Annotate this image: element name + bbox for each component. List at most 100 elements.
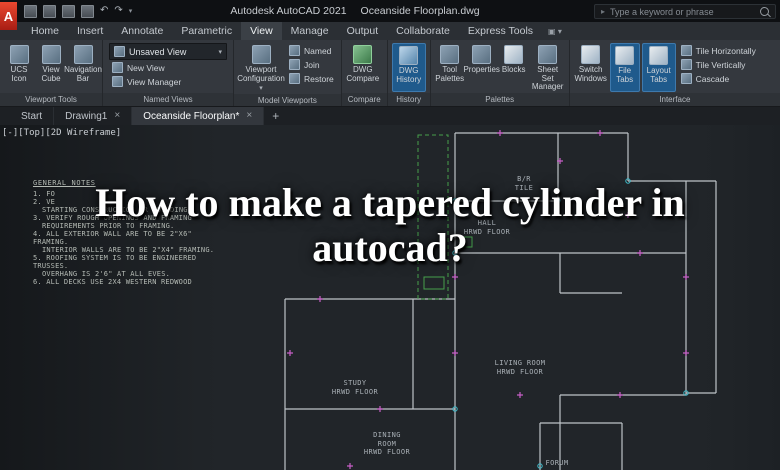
named-viewports-label: Named (304, 45, 332, 56)
search-icon[interactable] (760, 7, 769, 16)
panel-palettes: Tool Palettes Properties Blocks Sheet Se… (430, 40, 570, 106)
autocad-app-menu-logo[interactable]: A (0, 2, 17, 30)
panel-title-history[interactable]: History (387, 93, 430, 106)
named-viewports-button[interactable]: Named (286, 44, 337, 57)
sheet-set-manager-icon (538, 45, 558, 64)
document-title: Oceanside Floorplan.dwg (360, 5, 480, 17)
join-viewports-button[interactable]: Join (286, 58, 337, 71)
tab-view[interactable]: View (241, 22, 282, 40)
note-line: 6. ALL DECKS USE 2X4 WESTERN REDWOOD (33, 278, 192, 286)
close-icon[interactable]: × (114, 111, 120, 121)
panel-title-compare[interactable]: Compare (341, 93, 387, 106)
tile-vertically-button[interactable]: Tile Vertically (678, 58, 759, 71)
view-cube-button[interactable]: View Cube (36, 43, 66, 92)
panel-title-model-viewports[interactable]: Model Viewports (234, 93, 341, 106)
panel-viewport-tools: UCS Icon View Cube Navigation Bar Viewpo… (0, 40, 103, 106)
redo-icon[interactable]: ↷ (114, 6, 122, 16)
print-icon[interactable] (81, 4, 94, 18)
search-box[interactable]: ▸ Type a keyword or phrase (594, 4, 776, 19)
tab-manage[interactable]: Manage (282, 22, 338, 40)
layout-tabs-label: Layout Tabs (646, 66, 671, 84)
qat-dropdown-icon[interactable]: ▾ (129, 7, 133, 15)
join-viewports-icon (289, 59, 300, 70)
viewport-controls[interactable]: [-][Top][2D Wireframe] (2, 128, 121, 138)
room-label-living-room: LIVING ROOM HRWD FLOOR (494, 359, 546, 376)
restore-viewports-label: Restore (304, 73, 334, 84)
file-tab-oceanside-label: Oceanside Floorplan* (143, 110, 240, 122)
room-label-study: STUDY HRWD FLOOR (331, 379, 379, 396)
tile-horizontally-label: Tile Horizontally (695, 45, 756, 56)
dwg-history-button[interactable]: DWG History (391, 43, 426, 92)
quick-access-toolbar: ↶ ↷ ▾ (24, 0, 132, 22)
tab-output[interactable]: Output (338, 22, 388, 40)
tab-express-tools[interactable]: Express Tools (459, 22, 542, 40)
navigation-bar-button[interactable]: Navigation Bar (64, 43, 102, 92)
ribbon: UCS Icon View Cube Navigation Bar Viewpo… (0, 40, 780, 106)
panel-title-interface[interactable]: Interface (569, 93, 780, 106)
blocks-button[interactable]: Blocks (499, 43, 529, 92)
chevron-down-icon: ▾ (259, 85, 263, 93)
layout-tabs-icon (649, 46, 669, 65)
drawing-area[interactable]: [-][Top][2D Wireframe] GENERAL NOTES 1. … (0, 125, 780, 470)
ribbon-display-toggle[interactable]: ▣ ▾ (548, 22, 562, 40)
room-label-dining-room: DINING ROOM HRWD FLOOR (363, 431, 411, 456)
viewport-configuration-label: Viewport Configuration (237, 65, 285, 83)
tab-collaborate[interactable]: Collaborate (387, 22, 459, 40)
sheet-set-manager-button[interactable]: Sheet Set Manager (531, 43, 565, 92)
blocks-label: Blocks (501, 65, 526, 74)
layout-tabs-button[interactable]: Layout Tabs (641, 43, 676, 92)
navigation-bar-icon (73, 45, 93, 64)
tab-annotate[interactable]: Annotate (112, 22, 172, 40)
file-tab-oceanside[interactable]: Oceanside Floorplan* × (132, 107, 265, 125)
blocks-icon (504, 45, 524, 64)
cascade-button[interactable]: Cascade (678, 72, 759, 85)
properties-button[interactable]: Properties (463, 43, 500, 92)
view-manager-icon (112, 76, 123, 87)
dwg-history-icon (399, 46, 419, 65)
floorplan-drawing (284, 129, 717, 470)
switch-windows-button[interactable]: Switch Windows (574, 43, 608, 92)
properties-label: Properties (463, 65, 500, 74)
view-dropdown-value: Unsaved View (129, 46, 187, 57)
file-tab-start[interactable]: Start (10, 107, 55, 125)
panel-model-viewports: Viewport Configuration ▾ Named Join Rest… (234, 40, 342, 106)
open-file-icon[interactable] (43, 4, 56, 18)
panel-title-palettes[interactable]: Palettes (430, 93, 569, 106)
sheet-set-manager-label: Sheet Set Manager (531, 65, 564, 92)
view-dropdown[interactable]: Unsaved View ▾ (109, 43, 227, 60)
tab-home[interactable]: Home (22, 22, 68, 40)
new-file-icon[interactable] (24, 4, 37, 18)
switch-windows-label: Switch Windows (574, 65, 607, 83)
ucs-icon-button[interactable]: UCS Icon (4, 43, 34, 92)
ribbon-tab-bar: Home Insert Annotate Parametric View Man… (0, 22, 780, 40)
window-title: Autodesk AutoCAD 2021 Oceanside Floorpla… (120, 0, 590, 22)
file-tab-drawing1[interactable]: Drawing1 × (54, 107, 133, 125)
viewport-configuration-button[interactable]: Viewport Configuration ▾ (237, 43, 285, 93)
tab-insert[interactable]: Insert (68, 22, 112, 40)
panel-title-viewport-tools[interactable]: Viewport Tools (0, 93, 102, 106)
panel-title-named-views[interactable]: Named Views (103, 93, 233, 106)
view-manager-button[interactable]: View Manager (109, 75, 227, 88)
file-tab-drawing1-label: Drawing1 (65, 110, 108, 122)
file-tab-bar: Start Drawing1 × Oceanside Floorplan* × … (0, 106, 780, 125)
new-tab-button[interactable]: + (264, 107, 287, 125)
tool-palettes-button[interactable]: Tool Palettes (435, 43, 465, 92)
restore-viewports-button[interactable]: Restore (286, 72, 337, 85)
file-tabs-button[interactable]: File Tabs (609, 43, 640, 92)
dwg-history-label: DWG History (396, 66, 422, 84)
undo-icon[interactable]: ↶ (100, 6, 108, 16)
new-view-button[interactable]: New View (109, 61, 227, 74)
search-expand-icon[interactable]: ▸ (601, 7, 605, 16)
save-icon[interactable] (62, 4, 75, 18)
tile-vertically-label: Tile Vertically (695, 59, 746, 70)
dwg-compare-button[interactable]: DWG Compare (346, 43, 380, 92)
viewport-configuration-icon (251, 45, 271, 64)
tile-horizontally-button[interactable]: Tile Horizontally (678, 44, 759, 57)
tab-parametric[interactable]: Parametric (172, 22, 241, 40)
title-bar: A ↶ ↷ ▾ Autodesk AutoCAD 2021 Oceanside … (0, 0, 780, 30)
view-cube-label: View Cube (41, 65, 61, 83)
cascade-label: Cascade (695, 73, 730, 84)
close-icon[interactable]: × (246, 111, 252, 121)
view-cube-icon (41, 45, 61, 64)
autocad-window: A ↶ ↷ ▾ Autodesk AutoCAD 2021 Oceanside … (0, 0, 780, 470)
